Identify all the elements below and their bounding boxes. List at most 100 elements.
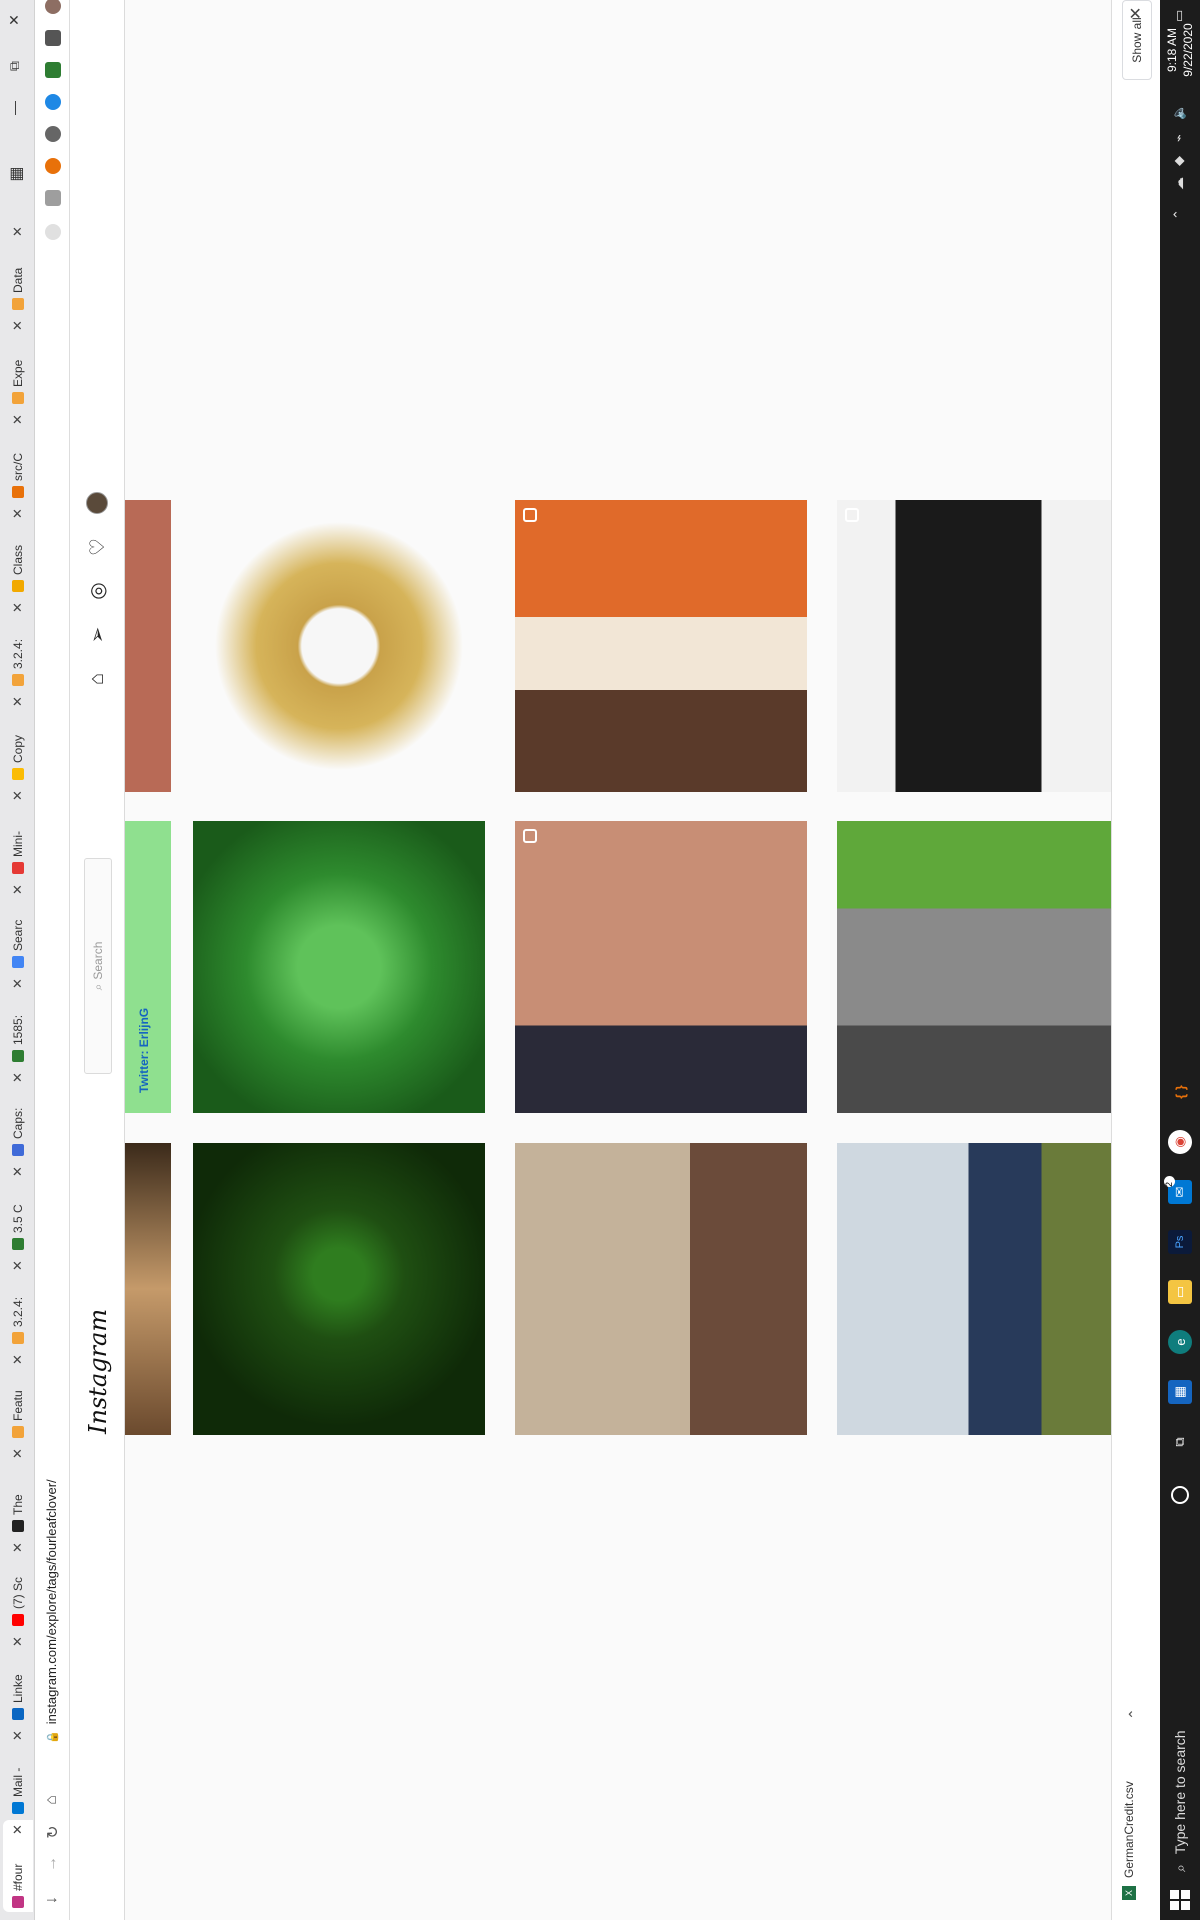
post-thumbnail[interactable] [515,500,807,792]
tab-close-icon[interactable]: ✕ [10,1354,26,1365]
restore-window-icon[interactable]: ⧉ [6,56,23,76]
browser-tab[interactable]: 3.5 C ✕ [3,1162,33,1254]
tab-close-icon[interactable]: ✕ [10,884,26,895]
windows-start-icon[interactable] [1170,1890,1190,1910]
tab-layout-icon[interactable]: ▦ [6,164,26,184]
instagram-logo[interactable]: Instagram [84,1309,112,1434]
excel-file-icon: X [1122,1886,1136,1900]
browser-tab[interactable]: Mail - ✕ [3,1726,33,1818]
address-bar[interactable]: 🔒 instagram.com/explore/tags/fourleafclov… [44,1479,59,1744]
browser-tab[interactable]: Mini- ✕ [3,786,33,878]
volume-icon[interactable]: 🔈 [1171,104,1187,120]
weather-cloud-icon[interactable]: ☁ [1171,177,1187,190]
extensions-puzzle-icon[interactable] [45,30,61,46]
tab-close-icon[interactable]: ✕ [10,320,26,331]
post-thumbnail[interactable] [837,1143,1129,1435]
taskbar-search[interactable]: ⌕ Type here to search [1166,1612,1194,1872]
browser-tab[interactable]: src/C ✕ [3,410,33,502]
extension-orange-icon[interactable] [45,158,61,174]
refresh-icon[interactable]: ↻ [43,1822,63,1842]
browser-tab[interactable]: Featu ✕ [3,1350,33,1442]
task-view-icon[interactable]: ⧉ [1168,1430,1192,1454]
tab-close-icon[interactable]: ✕ [10,1166,26,1177]
heart-icon[interactable]: ♡ [84,534,110,560]
post-thumbnail[interactable] [837,500,1129,792]
post-thumbnail[interactable] [125,1143,171,1435]
show-hidden-icons[interactable]: ⌃ [1171,209,1187,220]
tab-close-icon[interactable]: ✕ [10,696,26,707]
search-input[interactable]: ⌕ Search [84,858,112,1074]
tab-close-icon[interactable]: ✕ [10,1260,26,1271]
browser-tab[interactable]: Linke ✕ [3,1632,33,1724]
photoshop-icon[interactable]: Ps [1168,1230,1192,1254]
brackets-icon[interactable]: { } [1168,1080,1192,1104]
tab-close-icon[interactable]: ✕ [10,226,26,237]
clock-time: 9:18 AM [1165,27,1179,73]
tab-close-icon[interactable]: ✕ [10,1824,26,1835]
edge-icon[interactable]: e [1168,1330,1192,1354]
lock-icon: 🔒 [47,1730,59,1744]
tab-close-icon[interactable]: ✕ [10,1448,26,1459]
extension-blue-icon[interactable] [45,94,61,110]
browser-tab[interactable]: (7) Sc ✕ [3,1538,33,1630]
forward-icon[interactable]: → [43,1854,61,1874]
favorite-star-icon[interactable] [45,224,61,240]
office-icon[interactable]: ▦ [1168,1380,1192,1404]
browser-tab[interactable]: Searc ✕ [3,880,33,972]
file-explorer-icon[interactable]: ▭ [1168,1280,1192,1304]
download-arrow-icon[interactable]: ↓ [43,1890,61,1910]
tab-favicon-icon [12,486,24,498]
network-icon[interactable]: ⌁ [1171,134,1187,142]
browser-tab[interactable]: The ✕ [3,1444,33,1536]
tab-close-icon[interactable]: ✕ [10,602,26,613]
tab-close-icon[interactable]: ✕ [10,790,26,801]
browser-tab[interactable]: #four ✕ [3,1820,33,1912]
post-thumbnail[interactable] [193,500,485,792]
notification-icon[interactable]: ▭ [1171,10,1187,22]
home-icon[interactable]: ⌂ [84,666,110,692]
tab-close-icon[interactable]: ✕ [10,1542,26,1553]
tab-close-icon[interactable]: ✕ [10,978,26,989]
browser-tab[interactable]: Data ✕ [3,222,33,314]
post-thumbnail[interactable] [515,821,807,1113]
cortana-icon[interactable] [1171,1486,1189,1504]
tab-close-icon[interactable]: ✕ [10,1730,26,1741]
download-item[interactable]: X GermanCredit.csv [1122,1781,1136,1900]
post-thumbnail[interactable] [193,1143,485,1435]
outlook-icon[interactable]: ✉ 2 [1164,1176,1192,1204]
browser-tab[interactable]: Expe ✕ [3,316,33,408]
browser-tab[interactable]: 3.2.4: ✕ [3,598,33,690]
multiple-photos-icon [523,508,537,522]
browser-tab[interactable]: 3.2.4: ✕ [3,1256,33,1348]
dropbox-icon[interactable]: ◆ [1171,156,1187,166]
browser-tab[interactable]: Copy ✕ [3,692,33,784]
direct-icon[interactable]: ➢ [84,622,110,648]
profile-icon[interactable] [45,0,61,14]
close-downloads-icon[interactable]: ✕ [1126,7,1146,20]
close-window-icon[interactable]: ✕ [6,10,23,30]
tab-favicon-icon [12,1520,24,1532]
post-thumbnail[interactable] [515,1143,807,1435]
extension-circle-icon[interactable] [45,126,61,142]
browser-tab[interactable]: Class ✕ [3,504,33,596]
post-thumbnail[interactable] [193,821,485,1113]
avatar[interactable] [86,492,108,514]
post-thumbnail[interactable] [837,821,1129,1113]
post-thumbnail[interactable]: Twitter: ErlijnG [125,821,171,1113]
home-icon[interactable]: ⌂ [43,1790,61,1810]
tab-close-icon[interactable]: ✕ [10,1636,26,1647]
browser-tab[interactable]: Caps: ✕ [3,1068,33,1160]
chrome-icon[interactable]: ◉ [1168,1130,1192,1154]
browser-tab[interactable]: 1585: ✕ [3,974,33,1066]
tab-close-icon[interactable]: ✕ [10,508,26,519]
chevron-up-icon[interactable]: ⌃ [1126,1708,1143,1720]
search-icon: ⌕ [90,983,105,991]
minimize-window-icon[interactable]: — [6,98,22,118]
extension-gray-icon[interactable] [45,190,61,206]
post-thumbnail[interactable] [125,500,171,792]
explore-icon[interactable]: ◎ [84,578,110,604]
system-clock[interactable]: 9:18 AM 9/22/2020 [1164,10,1196,90]
tab-close-icon[interactable]: ✕ [10,414,26,425]
extension-green-icon[interactable] [45,62,61,78]
tab-close-icon[interactable]: ✕ [10,1072,26,1083]
